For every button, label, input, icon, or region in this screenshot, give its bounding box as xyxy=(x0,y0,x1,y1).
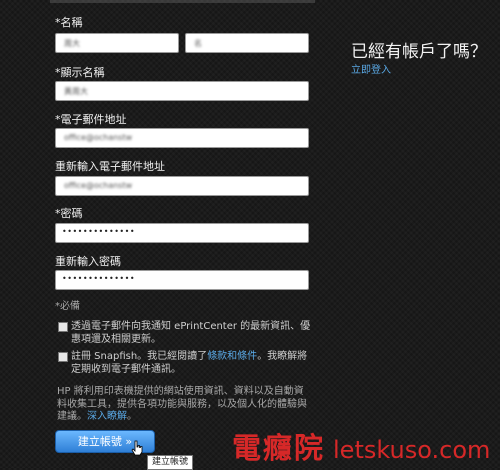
newsletter-checkbox[interactable] xyxy=(58,322,68,332)
last-name-input[interactable]: 名 xyxy=(185,33,309,53)
password-confirm-label: 重新輸入密碼 xyxy=(55,255,121,268)
watermark-cn: 電癮院 xyxy=(232,431,326,465)
display-name-label: *顯示名稱 xyxy=(55,66,105,79)
first-name-value: 周大 xyxy=(64,39,80,48)
name-label: *名稱 xyxy=(55,16,83,29)
required-note: *必備 xyxy=(55,301,80,312)
last-name-value: 名 xyxy=(194,39,202,48)
password-confirm-input[interactable]: •••••••••••••• xyxy=(55,270,309,290)
privacy-notice: HP 將利用印表機提供的網站使用資訊、資料以及自動資料收集工具，提供各項功能與服… xyxy=(57,386,307,424)
password-confirm-value: •••••••••••••• xyxy=(62,274,136,283)
email-confirm-label: 重新輸入電子郵件地址 xyxy=(55,160,165,173)
top-divider xyxy=(50,0,315,3)
hand-cursor-icon xyxy=(131,440,143,456)
email-confirm-input[interactable]: office@ochanstw xyxy=(55,176,309,196)
email-label: *電子郵件地址 xyxy=(55,113,127,126)
display-name-value: 黃周大 xyxy=(64,87,88,96)
password-value: •••••••••••••• xyxy=(62,227,136,236)
privacy-suffix: 。 xyxy=(127,411,137,422)
watermark: 電癮院 letskuso.com xyxy=(232,425,490,467)
newsletter-text: 透過電子郵件向我通知 ePrintCenter 的最新資訊、優惠項還及相關更新。 xyxy=(71,321,311,345)
password-label: *密碼 xyxy=(55,207,83,220)
terms-link[interactable]: 條款和條件 xyxy=(207,351,257,362)
password-input[interactable]: •••••••••••••• xyxy=(55,223,309,243)
login-link[interactable]: 立即登入 xyxy=(351,61,391,76)
email-value: office@ochanstw xyxy=(64,133,133,142)
snapfish-text: 註冊 Snapfish。我已經閱讀了條款和條件。我瞭解將定期收到電子郵件通訊。 xyxy=(71,350,311,376)
watermark-en: letskuso.com xyxy=(333,436,491,464)
snapfish-checkbox[interactable] xyxy=(58,352,68,362)
display-name-input[interactable]: 黃周大 xyxy=(55,81,309,101)
snapfish-text-prefix: 註冊 Snapfish。我已經閱讀了 xyxy=(71,351,208,362)
login-prompt-title: 已經有帳戶了嗎？ xyxy=(351,42,487,62)
first-name-input[interactable]: 周大 xyxy=(55,33,179,53)
email-input[interactable]: office@ochanstw xyxy=(55,128,309,148)
learn-more-link[interactable]: 深入瞭解 xyxy=(87,411,127,422)
email-confirm-value: office@ochanstw xyxy=(64,181,133,190)
